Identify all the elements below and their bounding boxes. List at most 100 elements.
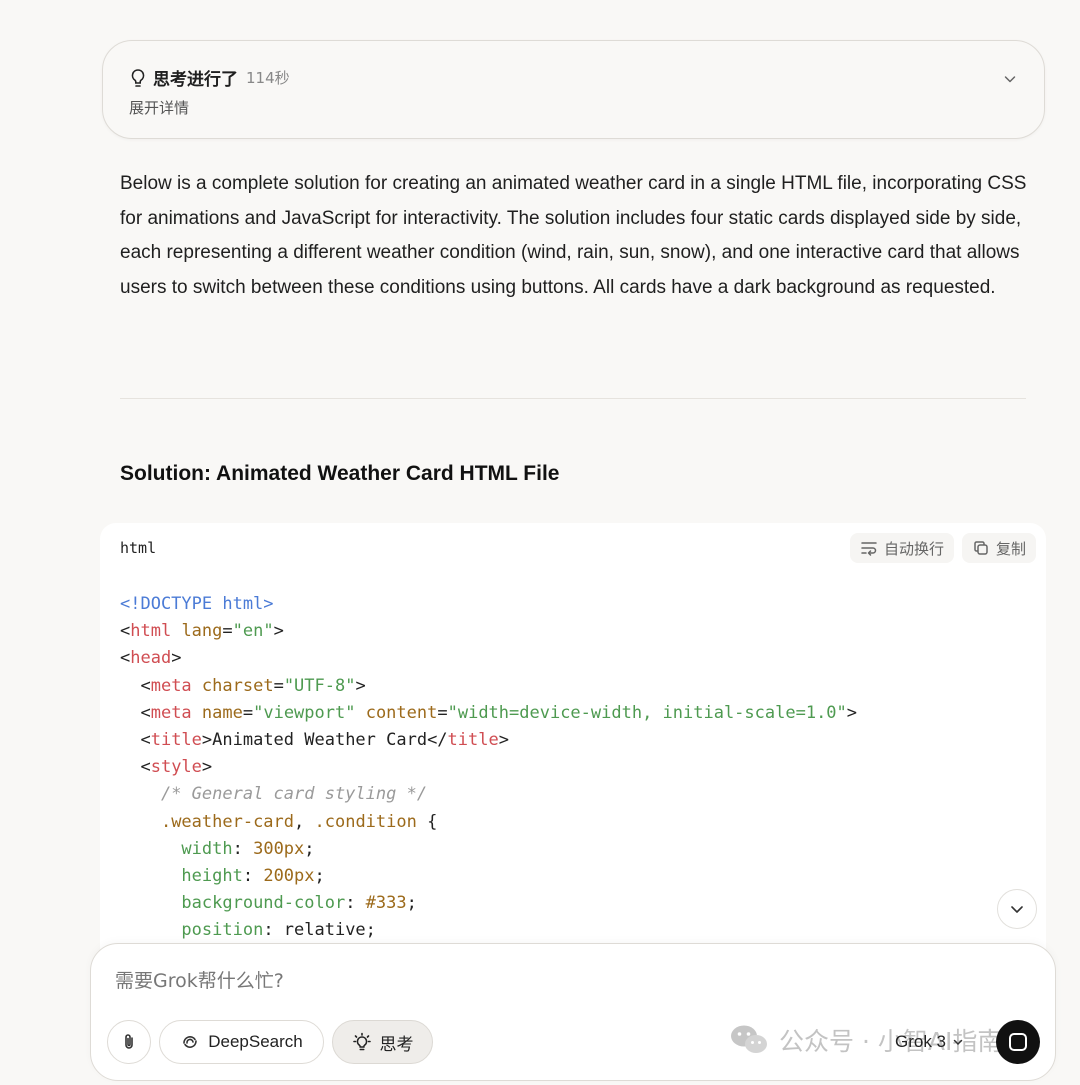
code-token: > bbox=[498, 730, 509, 751]
code-language-label: html bbox=[120, 539, 157, 557]
code-token: < bbox=[120, 621, 131, 642]
code-token: width bbox=[181, 838, 233, 859]
code-token: lang bbox=[171, 621, 223, 642]
code-token: .condition bbox=[314, 811, 417, 832]
expand-details-link[interactable]: 展开详情 bbox=[129, 97, 189, 118]
stop-icon bbox=[1009, 1033, 1027, 1051]
copy-label: 复制 bbox=[995, 539, 1026, 558]
lightbulb-icon bbox=[131, 68, 145, 87]
code-block: html 自动换行 复制 <!DOCTYPE html> <html lang="… bbox=[100, 523, 1046, 963]
code-line: <title>Animated Weather Card</title> bbox=[120, 727, 857, 754]
code-token: >Animated Weather Card</ bbox=[201, 730, 448, 751]
model-selector[interactable]: Grok 3 bbox=[895, 1032, 964, 1052]
code-token: "width=device-width, initial-scale=1.0" bbox=[447, 702, 847, 723]
code-token: background-color bbox=[181, 893, 346, 914]
answer-paragraph: Below is a complete solution for creatin… bbox=[120, 173, 1027, 298]
watermark-text: 公众号 · 小智AI指南 bbox=[779, 1027, 1003, 1056]
code-token: html bbox=[130, 621, 172, 642]
code-line: <style> bbox=[120, 754, 857, 781]
thinking-summary[interactable]: 思考进行了 114秒 展开详情 bbox=[102, 40, 1045, 139]
think-button[interactable]: 思考 bbox=[332, 1020, 433, 1064]
section-title: Solution: Animated Weather Card HTML Fil… bbox=[120, 462, 560, 485]
code-line: <html lang="en"> bbox=[120, 618, 857, 645]
code-token: height bbox=[181, 866, 243, 887]
code-token: : bbox=[232, 838, 254, 859]
code-token: : bbox=[345, 893, 366, 914]
chevron-down-icon[interactable] bbox=[1002, 71, 1018, 87]
deepsearch-label: DeepSearch bbox=[208, 1032, 303, 1051]
paperclip-icon bbox=[125, 1034, 133, 1049]
model-label: Grok 3 bbox=[895, 1032, 947, 1051]
code-line: <meta charset="UTF-8"> bbox=[120, 673, 857, 700]
code-token: > bbox=[273, 621, 284, 642]
code-token: "UTF-8" bbox=[283, 675, 356, 696]
code-token: : bbox=[242, 866, 264, 887]
code-token: = bbox=[273, 675, 284, 696]
code-line: height: 200px; bbox=[120, 863, 857, 890]
code-token: meta bbox=[150, 702, 192, 723]
copy-icon bbox=[974, 541, 988, 555]
code-token: "en" bbox=[232, 621, 274, 642]
lightbulb-icon bbox=[352, 1032, 371, 1051]
code-token: < bbox=[120, 675, 151, 696]
code-token: name bbox=[191, 702, 243, 723]
deepsearch-button[interactable]: DeepSearch bbox=[159, 1020, 324, 1064]
code-token: < bbox=[120, 702, 151, 723]
code-token: , bbox=[294, 811, 315, 832]
code-token: > bbox=[171, 648, 182, 669]
thinking-duration: 114秒 bbox=[246, 69, 290, 87]
code-token: meta bbox=[150, 675, 192, 696]
code-token: .weather-card bbox=[160, 811, 295, 832]
code-token: { bbox=[416, 811, 438, 832]
code-token: #333 bbox=[365, 893, 407, 914]
thinking-title: 思考进行了 bbox=[153, 70, 238, 90]
message-input[interactable] bbox=[115, 970, 915, 992]
copy-button[interactable]: 复制 bbox=[961, 533, 1036, 563]
code-token: > bbox=[201, 757, 213, 778]
scroll-to-bottom-button[interactable] bbox=[997, 889, 1037, 929]
attach-button[interactable] bbox=[107, 1020, 151, 1064]
code-token: < bbox=[120, 730, 151, 751]
code-token: < bbox=[120, 648, 131, 669]
wechat-icon bbox=[731, 1025, 767, 1053]
code-line: /* General card styling */ bbox=[120, 781, 857, 808]
code-token: head bbox=[130, 648, 172, 669]
code-line: width: 300px; bbox=[120, 836, 857, 863]
code-token: title bbox=[447, 730, 499, 751]
code-line: <head> bbox=[120, 645, 857, 672]
code-token: title bbox=[150, 730, 202, 751]
divider bbox=[120, 398, 1026, 399]
code-token: < bbox=[120, 757, 151, 778]
code-actions: 自动换行 复制 bbox=[849, 533, 1036, 563]
wrap-lines-icon bbox=[861, 542, 877, 556]
code-token: position bbox=[181, 920, 264, 941]
composer: DeepSearch 思考 公众号 · 小智AI指南 Grok 3 bbox=[90, 943, 1056, 1081]
submit-button[interactable] bbox=[996, 1020, 1040, 1064]
code-token: ; bbox=[304, 838, 315, 859]
code-line: position: relative; bbox=[120, 917, 857, 944]
code-token: <!DOCTYPE html> bbox=[120, 594, 274, 614]
code-token: "viewport" bbox=[253, 702, 356, 723]
code-token: ; bbox=[314, 866, 325, 887]
word-wrap-button[interactable]: 自动换行 bbox=[849, 533, 954, 563]
code-line: background-color: #333; bbox=[120, 890, 857, 917]
code-token: > bbox=[355, 675, 366, 696]
code-token: = bbox=[242, 702, 254, 723]
chevron-down-icon bbox=[1011, 906, 1023, 913]
code-token: > bbox=[846, 702, 858, 723]
code-line: .weather-card, .condition { bbox=[120, 809, 857, 836]
code-token: = bbox=[437, 702, 448, 723]
think-label: 思考 bbox=[379, 1034, 414, 1055]
code-token: = bbox=[222, 621, 233, 642]
thinking-header: 思考进行了 114秒 bbox=[129, 65, 290, 90]
code-line: <meta name="viewport" content="width=dev… bbox=[120, 700, 857, 727]
chevron-down-icon bbox=[953, 1039, 963, 1046]
code-token: : relative; bbox=[263, 920, 376, 941]
code-content: <!DOCTYPE html> <html lang="en"> <head> <m… bbox=[120, 591, 857, 945]
code-token: /* General card styling */ bbox=[160, 784, 428, 805]
